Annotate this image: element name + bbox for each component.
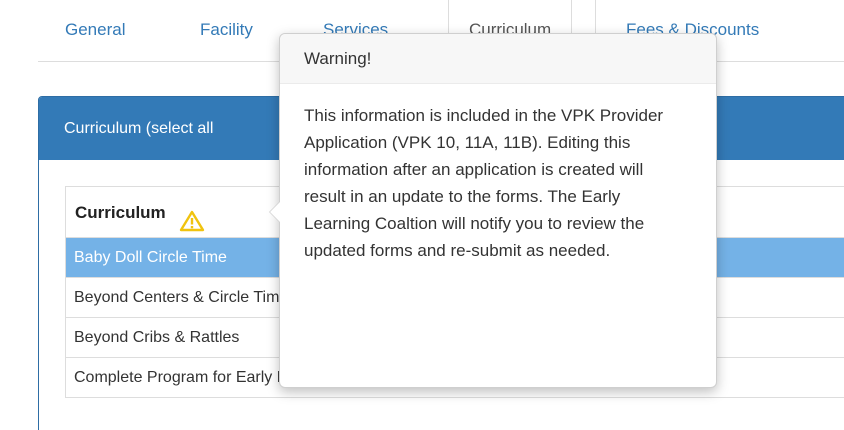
popover-title: Warning! <box>280 34 716 84</box>
warning-icon[interactable] <box>179 201 205 232</box>
popover-content: This information is included in the VPK … <box>304 106 664 260</box>
page: General Facility Services Curriculum Fee… <box>0 0 844 430</box>
table-header-label: Curriculum <box>75 202 166 222</box>
warning-popover: Warning! This information is included in… <box>269 33 717 388</box>
tab-facility[interactable]: Facility <box>200 0 253 61</box>
popover-arrow <box>269 201 280 223</box>
tab-general[interactable]: General <box>65 0 125 61</box>
